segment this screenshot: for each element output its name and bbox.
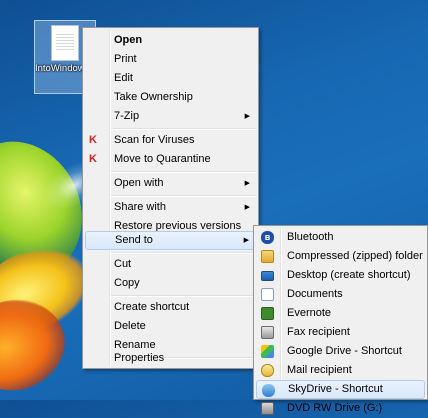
menu-item-properties[interactable]: Properties — [85, 349, 256, 368]
sendto-item-compressed-folder[interactable]: Compressed (zipped) folder — [256, 247, 425, 266]
menu-separator — [111, 295, 256, 297]
menu-item-share-with[interactable]: Share with ▶ — [85, 198, 256, 217]
menu-separator — [111, 128, 256, 130]
kaspersky-icon: K — [89, 134, 97, 146]
sendto-item-evernote[interactable]: Evernote — [256, 304, 425, 323]
sendto-item-skydrive[interactable]: SkyDrive - Shortcut — [256, 380, 425, 399]
sendto-item-bluetooth[interactable]: ʙ Bluetooth — [256, 228, 425, 247]
sendto-item-mail[interactable]: Mail recipient — [256, 361, 425, 380]
menu-separator — [111, 171, 256, 173]
menu-item-cut[interactable]: Cut — [85, 255, 256, 274]
mail-icon — [261, 364, 274, 377]
sendto-item-google-drive[interactable]: Google Drive - Shortcut — [256, 342, 425, 361]
menu-item-print[interactable]: Print — [85, 50, 256, 69]
fax-icon — [261, 326, 274, 339]
bluetooth-icon: ʙ — [261, 231, 274, 244]
skydrive-icon — [262, 384, 275, 397]
menu-item-take-ownership[interactable]: Take Ownership — [85, 88, 256, 107]
context-menu: Open Print Edit Take Ownership 7-Zip ▶ KS… — [82, 27, 259, 369]
sendto-item-documents[interactable]: Documents — [256, 285, 425, 304]
submenu-arrow-icon: ▶ — [244, 204, 250, 211]
kaspersky-icon: K — [89, 153, 97, 165]
menu-separator — [111, 252, 256, 254]
submenu-arrow-icon: ▶ — [244, 113, 250, 120]
evernote-icon — [261, 307, 274, 320]
sendto-item-fax[interactable]: Fax recipient — [256, 323, 425, 342]
send-to-submenu: ʙ Bluetooth Compressed (zipped) folder D… — [253, 225, 428, 415]
sendto-item-desktop[interactable]: Desktop (create shortcut) — [256, 266, 425, 285]
menu-item-open-with[interactable]: Open with ▶ — [85, 174, 256, 193]
menu-item-move-to-quarantine[interactable]: K Move to Quarantine — [85, 150, 256, 169]
documents-icon — [261, 288, 274, 301]
menu-separator — [111, 195, 256, 197]
menu-item-copy[interactable]: Copy — [85, 274, 256, 293]
google-drive-icon — [261, 345, 274, 358]
desktop-icon — [261, 271, 274, 281]
menu-item-edit[interactable]: Edit — [85, 69, 256, 88]
menu-item-delete[interactable]: Delete — [85, 317, 256, 336]
submenu-arrow-icon: ▶ — [243, 237, 249, 244]
zip-folder-icon — [261, 250, 274, 263]
menu-item-scan-for-viruses[interactable]: K Scan for Viruses — [85, 131, 256, 150]
menu-item-send-to[interactable]: Send to ▶ — [85, 231, 256, 250]
dvd-drive-icon — [261, 402, 274, 415]
text-file-icon — [51, 25, 79, 61]
menu-item-create-shortcut[interactable]: Create shortcut — [85, 298, 256, 317]
menu-item-7zip[interactable]: 7-Zip ▶ — [85, 107, 256, 126]
sendto-item-dvd-drive[interactable]: DVD RW Drive (G:) — [256, 399, 425, 418]
submenu-arrow-icon: ▶ — [244, 180, 250, 187]
menu-item-open[interactable]: Open — [85, 31, 256, 50]
